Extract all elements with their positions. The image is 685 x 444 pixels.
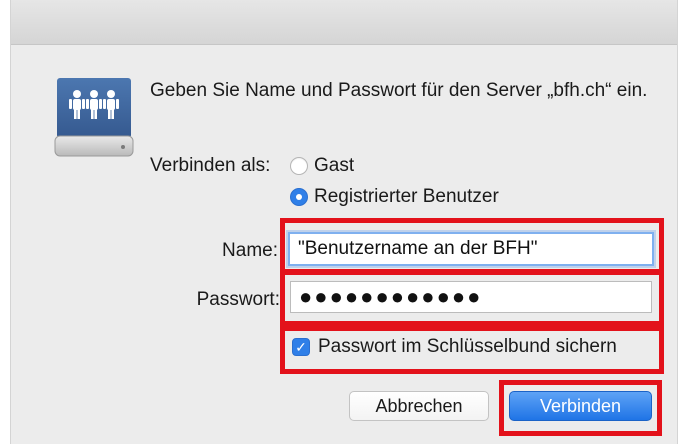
name-field[interactable]: "Benutzername an der BFH" xyxy=(288,232,654,266)
password-field[interactable]: ●●●●●●●●●●●● xyxy=(290,281,652,313)
keychain-checkbox-label: Passwort im Schlüsselbund sichern xyxy=(318,336,617,357)
keychain-checkbox[interactable]: ✓ xyxy=(292,338,310,356)
connect-as-label: Verbinden als: xyxy=(150,155,271,176)
connect-button[interactable]: Verbinden xyxy=(509,391,652,421)
radio-guest-label: Gast xyxy=(314,155,355,176)
keychain-checkbox-row[interactable]: ✓ Passwort im Schlüsselbund sichern xyxy=(292,336,617,358)
server-users-icon xyxy=(51,74,137,162)
password-label: Passwort: xyxy=(196,289,280,310)
radio-registered-user[interactable]: Registrierter Benutzer xyxy=(290,186,499,208)
dialog-prompt: Geben Sie Name und Passwort für den Serv… xyxy=(150,80,648,101)
radio-button-guest[interactable] xyxy=(290,157,308,175)
radio-guest[interactable]: Gast xyxy=(290,155,354,177)
radio-registered-user-label: Registrierter Benutzer xyxy=(314,186,499,207)
dialog-titlebar xyxy=(11,0,677,45)
radio-button-registered-user[interactable] xyxy=(290,188,308,206)
name-label: Name: xyxy=(222,240,278,261)
cancel-button[interactable]: Abbrechen xyxy=(349,391,489,421)
screenshot-canvas: Geben Sie Name und Passwort für den Serv… xyxy=(0,0,685,444)
